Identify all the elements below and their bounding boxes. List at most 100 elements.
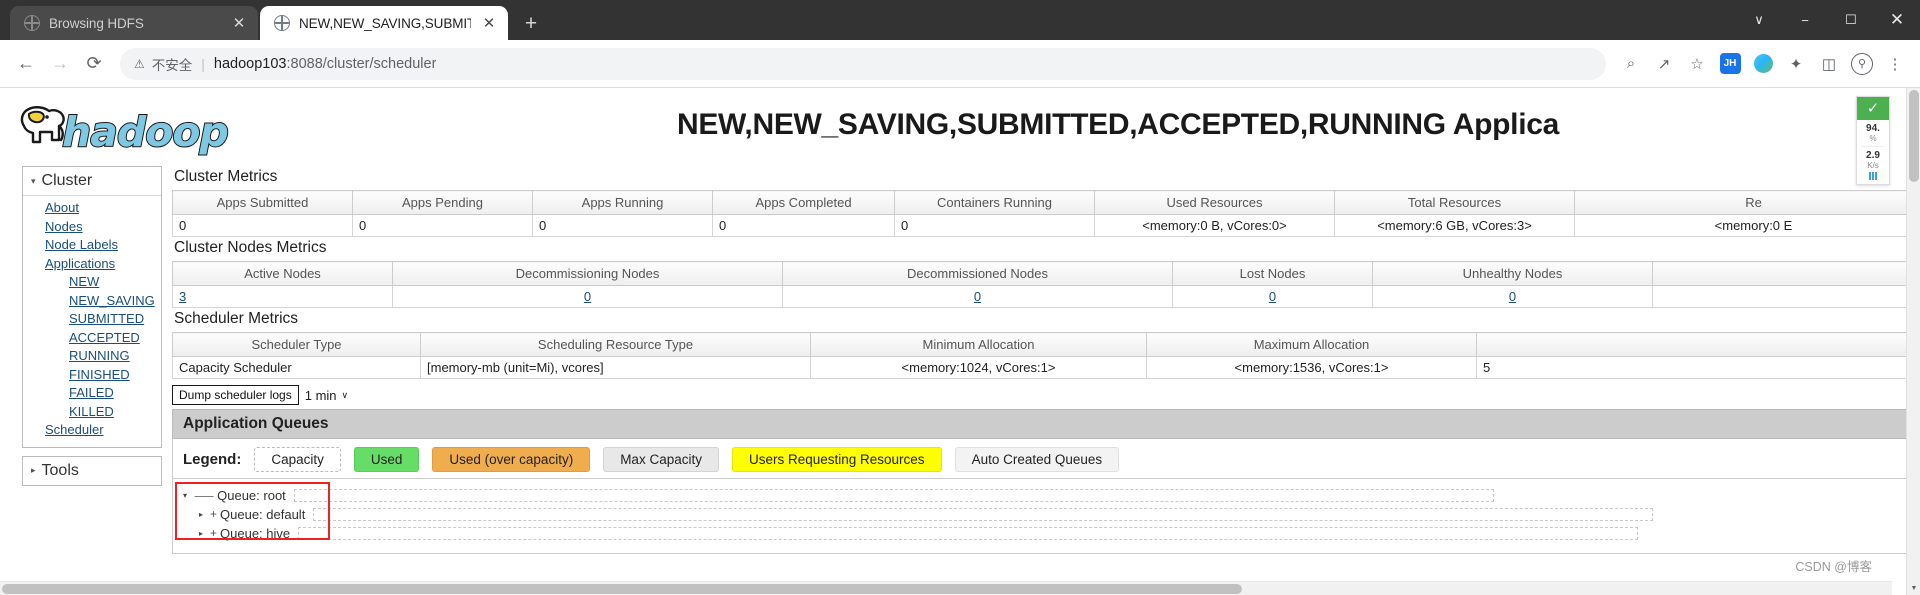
unhealthy-nodes-link[interactable]: 0 bbox=[1509, 289, 1516, 304]
minimize-button[interactable]: − bbox=[1782, 0, 1828, 40]
sidebar-cluster-header[interactable]: ▾ Cluster bbox=[23, 167, 161, 196]
decommissioned-nodes-link[interactable]: 0 bbox=[974, 289, 981, 304]
vertical-scrollbar[interactable]: ▲ ▼ bbox=[1906, 88, 1920, 595]
queue-row-default[interactable]: ▸ + Queue: default bbox=[199, 505, 1906, 523]
sidebar-tools-section[interactable]: ▸ Tools bbox=[22, 455, 162, 486]
col-used-resources[interactable]: Used Resources bbox=[1094, 190, 1335, 215]
cell-apps-submitted: 0 bbox=[172, 214, 353, 237]
close-icon[interactable]: ✕ bbox=[480, 14, 498, 32]
puzzle-icon[interactable]: ✦ bbox=[1781, 49, 1811, 79]
col-containers-running[interactable]: Containers Running bbox=[894, 190, 1095, 215]
cell-containers-running: 0 bbox=[894, 214, 1095, 237]
close-window-button[interactable]: ✕ bbox=[1874, 0, 1920, 40]
active-nodes-link[interactable]: 3 bbox=[179, 289, 186, 304]
address-bar[interactable]: ⚠ 不安全 | hadoop103:8088/cluster/scheduler bbox=[120, 47, 1606, 80]
application-queues-header: Application Queues bbox=[172, 409, 1906, 439]
col-reserved-resources[interactable]: Re bbox=[1574, 190, 1906, 215]
col-decommissioned-nodes[interactable]: Decommissioned Nodes bbox=[782, 261, 1173, 286]
cluster-metrics-title: Cluster Metrics bbox=[174, 168, 278, 185]
queue-capacity-bar bbox=[313, 507, 1654, 521]
tab-title: NEW,NEW_SAVING,SUBMITTE bbox=[299, 15, 471, 31]
table-header-row: Apps Submitted Apps Pending Apps Running… bbox=[172, 190, 1906, 215]
queue-row-root[interactable]: ▾ ⸺ Queue: root bbox=[183, 486, 1906, 504]
cell-decommissioned-nodes: 0 bbox=[782, 285, 1173, 308]
table-row: Capacity Scheduler [memory-mb (unit=Mi),… bbox=[172, 356, 1906, 379]
col-active-nodes[interactable]: Active Nodes bbox=[172, 261, 393, 286]
scroll-down-icon[interactable]: ▼ bbox=[1907, 581, 1920, 595]
col-scheduler-extra[interactable] bbox=[1476, 332, 1906, 357]
lost-nodes-link[interactable]: 0 bbox=[1269, 289, 1276, 304]
toolbar-icons: ⌕ ↗ ☆ JH ✦ ◫ ⚲ ⋮ bbox=[1616, 49, 1910, 79]
sidebar-item-node-labels[interactable]: Node Labels bbox=[23, 236, 161, 255]
col-decommissioning-nodes[interactable]: Decommissioning Nodes bbox=[392, 261, 783, 286]
legend-used-over-capacity: Used (over capacity) bbox=[432, 447, 591, 472]
browser-tab-browsing-hdfs[interactable]: Browsing HDFS ✕ bbox=[10, 6, 258, 40]
col-maximum-allocation[interactable]: Maximum Allocation bbox=[1146, 332, 1477, 357]
cell-total-resources: <memory:6 GB, vCores:3> bbox=[1334, 214, 1575, 237]
queue-capacity-bar bbox=[293, 488, 1494, 502]
col-apps-completed[interactable]: Apps Completed bbox=[712, 190, 895, 215]
col-apps-running[interactable]: Apps Running bbox=[532, 190, 713, 215]
back-button[interactable]: ← bbox=[10, 48, 42, 80]
horizontal-scroll-thumb[interactable] bbox=[2, 584, 1242, 594]
legend-row: Legend: Capacity Used Used (over capacit… bbox=[172, 439, 1906, 479]
sidebar-item-new[interactable]: NEW bbox=[23, 273, 161, 292]
chevron-down-icon[interactable]: ▾ bbox=[183, 491, 194, 500]
sidebar-item-accepted[interactable]: ACCEPTED bbox=[23, 329, 161, 348]
sidebar-tools-header[interactable]: ▸ Tools bbox=[23, 457, 161, 485]
check-icon: ✓ bbox=[1857, 97, 1889, 120]
col-unhealthy-nodes[interactable]: Unhealthy Nodes bbox=[1372, 261, 1653, 286]
vertical-scroll-thumb[interactable] bbox=[1909, 90, 1919, 182]
table-row: 0 0 0 0 0 <memory:0 B, vCores:0> <memory… bbox=[172, 214, 1906, 237]
menu-icon[interactable]: ⋮ bbox=[1880, 49, 1910, 79]
sidebar-item-scheduler[interactable]: Scheduler bbox=[23, 421, 161, 440]
col-lost-nodes[interactable]: Lost Nodes bbox=[1172, 261, 1373, 286]
profile-icon[interactable]: ⚲ bbox=[1847, 49, 1877, 79]
col-minimum-allocation[interactable]: Minimum Allocation bbox=[810, 332, 1147, 357]
network-monitor-widget[interactable]: ✓ 94. % 2.9 K/s bbox=[1856, 96, 1890, 185]
extension-jh-icon[interactable]: JH bbox=[1715, 49, 1745, 79]
sidebar-item-finished[interactable]: FINISHED bbox=[23, 366, 161, 385]
reload-button[interactable]: ⟳ bbox=[78, 48, 110, 80]
decommissioning-nodes-link[interactable]: 0 bbox=[584, 289, 591, 304]
col-apps-pending[interactable]: Apps Pending bbox=[352, 190, 533, 215]
chevron-right-icon[interactable]: ▸ bbox=[199, 510, 210, 519]
sidebar-item-applications[interactable]: Applications bbox=[23, 255, 161, 274]
url-path: :8088/cluster/scheduler bbox=[286, 55, 437, 72]
search-icon[interactable]: ⌕ bbox=[1616, 49, 1646, 79]
sidebar-item-running[interactable]: RUNNING bbox=[23, 347, 161, 366]
side-panel-icon[interactable]: ◫ bbox=[1814, 49, 1844, 79]
bookmark-icon[interactable]: ☆ bbox=[1682, 49, 1712, 79]
col-nodes-extra[interactable] bbox=[1652, 261, 1906, 286]
sidebar-item-submitted[interactable]: SUBMITTED bbox=[23, 310, 161, 329]
chevron-down-icon[interactable]: ∨ bbox=[1736, 0, 1782, 40]
cell-apps-completed: 0 bbox=[712, 214, 895, 237]
cluster-nodes-metrics-title: Cluster Nodes Metrics bbox=[174, 239, 327, 256]
col-total-resources[interactable]: Total Resources bbox=[1334, 190, 1575, 215]
new-tab-button[interactable]: + bbox=[516, 8, 546, 38]
sidebar-item-killed[interactable]: KILLED bbox=[23, 403, 161, 422]
forward-button[interactable]: → bbox=[44, 48, 76, 80]
legend-label: Legend: bbox=[183, 451, 242, 468]
page-header: hadoop NEW,NEW_SAVING,SUBMITTED,ACCEPTED… bbox=[0, 88, 1906, 166]
share-icon[interactable]: ↗ bbox=[1649, 49, 1679, 79]
queue-row-hive[interactable]: ▸ + Queue: hive bbox=[199, 524, 1906, 542]
sidebar-item-about[interactable]: About bbox=[23, 199, 161, 218]
chevron-right-icon[interactable]: ▸ bbox=[199, 529, 210, 538]
log-interval-select[interactable]: 1 min ∨ bbox=[305, 388, 348, 403]
cell-scheduler-extra: 5 bbox=[1476, 356, 1906, 379]
dump-scheduler-logs-button[interactable]: Dump scheduler logs bbox=[172, 385, 299, 405]
maximize-button[interactable]: ☐ bbox=[1828, 0, 1874, 40]
sidebar-item-failed[interactable]: FAILED bbox=[23, 384, 161, 403]
col-apps-submitted[interactable]: Apps Submitted bbox=[172, 190, 353, 215]
browser-tab-scheduler[interactable]: NEW,NEW_SAVING,SUBMITTE ✕ bbox=[260, 6, 508, 40]
col-scheduler-type[interactable]: Scheduler Type bbox=[172, 332, 421, 357]
table-header-row: Scheduler Type Scheduling Resource Type … bbox=[172, 332, 1906, 357]
sidebar-cluster-label: Cluster bbox=[41, 172, 93, 189]
sidebar-item-nodes[interactable]: Nodes bbox=[23, 218, 161, 237]
horizontal-scrollbar[interactable] bbox=[0, 581, 1892, 595]
close-icon[interactable]: ✕ bbox=[230, 14, 248, 32]
globe-extension-icon[interactable] bbox=[1748, 49, 1778, 79]
col-scheduling-resource-type[interactable]: Scheduling Resource Type bbox=[420, 332, 811, 357]
sidebar-item-new-saving[interactable]: NEW_SAVING bbox=[23, 292, 161, 311]
